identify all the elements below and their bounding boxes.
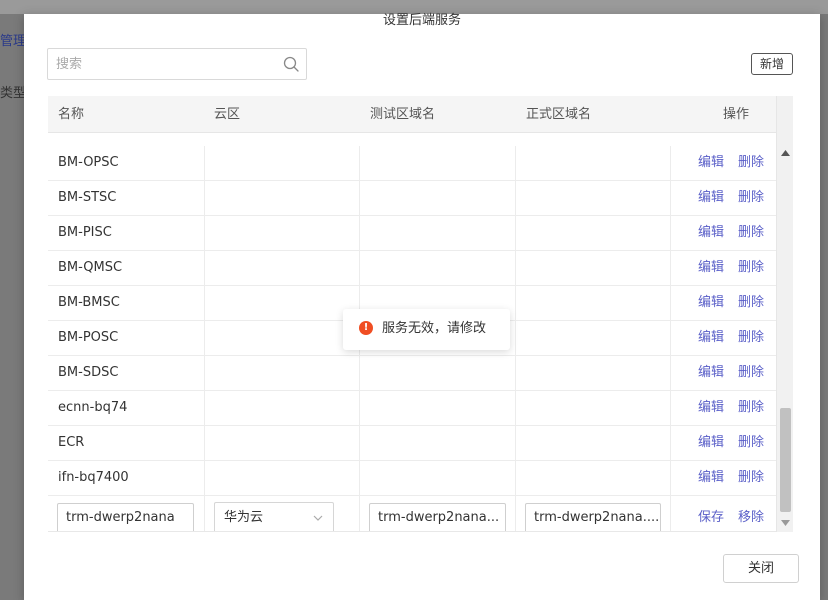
cloud-select[interactable]: 华为云 [214,502,334,531]
close-button[interactable]: 关闭 [723,554,799,583]
edit-link[interactable]: 编辑 [698,356,724,390]
background-nav-link: 管理 [0,34,27,49]
error-icon: ! [359,321,373,335]
delete-link[interactable]: 删除 [738,356,764,390]
test-domain-input[interactable]: trm-dwerp2nana... [369,503,506,531]
delete-link[interactable]: 删除 [738,391,764,425]
prod-domain-input[interactable]: trm-dwerp2nana.... [525,503,661,531]
add-button[interactable]: 新增 [751,53,793,75]
service-name: BM-POSC [58,330,119,345]
table-row: BM-PISC 编辑 删除 [48,216,793,251]
table-row: BM-STSC 编辑 删除 [48,181,793,216]
edit-link[interactable]: 编辑 [698,181,724,215]
edit-link[interactable]: 编辑 [698,216,724,250]
column-header-name: 名称 [58,107,85,122]
edit-link[interactable]: 编辑 [698,461,724,495]
service-name: BM-QMSC [58,260,123,275]
table-row: BM-OPSC 编辑 删除 [48,146,793,181]
table-row: ecnn-bq74 编辑 删除 [48,391,793,426]
table-header: 名称 云区 测试区域名 正式区域名 操作 [48,96,793,133]
delete-link[interactable]: 删除 [738,251,764,285]
column-header-test-domain: 测试区域名 [370,107,436,122]
column-header-cloud: 云区 [214,107,241,122]
edit-link[interactable]: 编辑 [698,321,724,355]
scroll-down-arrow-icon[interactable] [781,520,790,526]
table-row: BM-SDSC 编辑 删除 [48,356,793,391]
service-name: BM-OPSC [58,155,119,170]
service-name: BM-SDSC [58,365,119,380]
edit-link[interactable]: 编辑 [698,426,724,460]
delete-link[interactable]: 删除 [738,461,764,495]
service-name: ecnn-bq74 [58,400,128,415]
search-icon[interactable] [282,55,300,73]
service-name: BM-STSC [58,190,117,205]
cloud-select-value: 华为云 [224,510,264,525]
delete-link[interactable]: 删除 [738,321,764,355]
service-name: ifn-bq7400 [58,470,129,485]
delete-link[interactable]: 删除 [738,181,764,215]
service-name: BM-BMSC [58,295,120,310]
delete-link[interactable]: 删除 [738,216,764,250]
toast-message: 服务无效，请修改 [382,321,487,336]
table-row: ifn-bq7400 编辑 删除 [48,461,793,496]
backend-service-dialog: 设置后端服务 新增 名称 云区 测试区域名 正式区域名 操作 BM-OPSC 编… [24,14,820,600]
error-toast: ! 服务无效，请修改 [343,309,510,350]
background-topbar [0,0,828,14]
background-label: 类型 [0,86,27,101]
column-header-prod-domain: 正式区域名 [526,107,592,122]
service-name: BM-PISC [58,225,112,240]
edit-link[interactable]: 编辑 [698,391,724,425]
delete-link[interactable]: 删除 [738,146,764,180]
edit-row: trm-dwerp2nana 华为云 trm-dwerp2nana... trm… [48,496,793,531]
scroll-up-arrow-icon[interactable] [781,150,790,156]
search-input[interactable] [56,55,276,73]
name-input[interactable]: trm-dwerp2nana [57,503,194,531]
table-scrollbar[interactable] [776,96,793,532]
table-row: BM-QMSC 编辑 删除 [48,251,793,286]
delete-link[interactable]: 删除 [738,426,764,460]
save-link[interactable]: 保存 [698,496,724,531]
service-name: ECR [58,435,85,450]
chevron-down-icon [313,515,323,521]
column-header-actions: 操作 [723,107,750,122]
edit-link[interactable]: 编辑 [698,146,724,180]
table-row: ECR 编辑 删除 [48,426,793,461]
scroll-thumb[interactable] [780,408,791,512]
search-box[interactable] [47,48,307,80]
dialog-title: 设置后端服务 [382,13,461,28]
edit-link[interactable]: 编辑 [698,286,724,320]
remove-link[interactable]: 移除 [738,496,764,531]
delete-link[interactable]: 删除 [738,286,764,320]
edit-link[interactable]: 编辑 [698,251,724,285]
